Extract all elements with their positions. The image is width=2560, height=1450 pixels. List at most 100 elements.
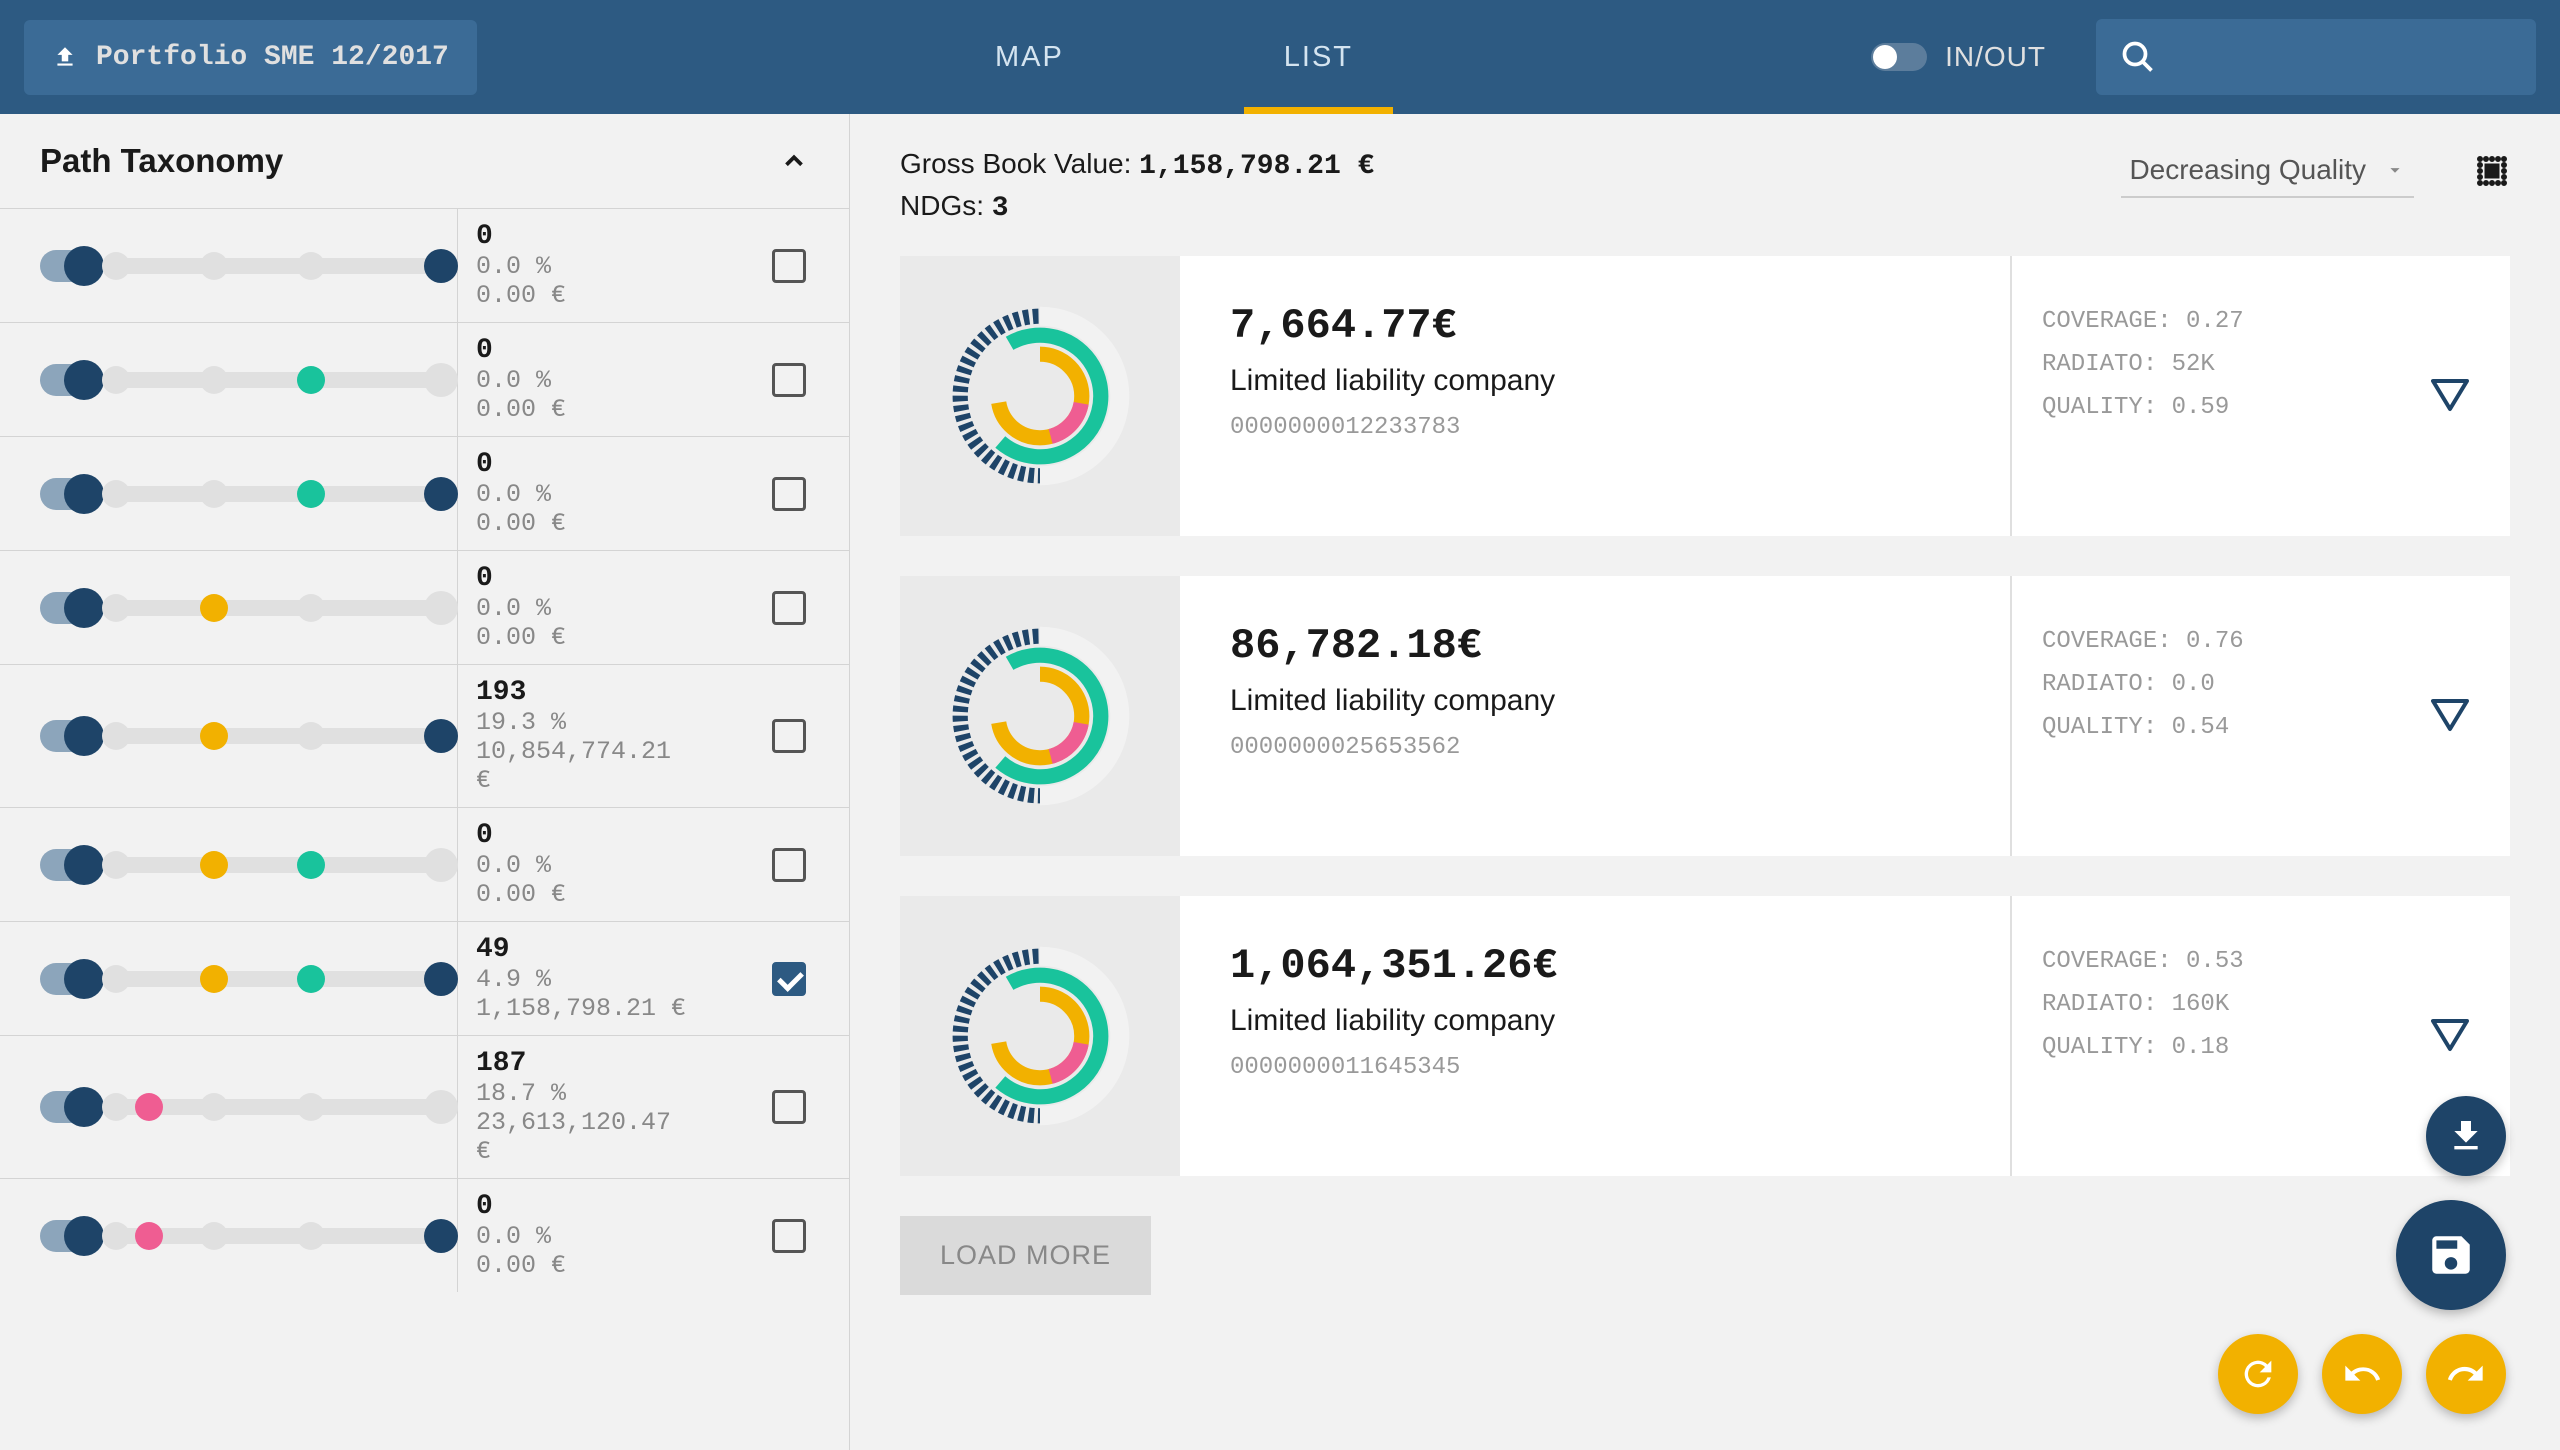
taxonomy-controls xyxy=(0,323,458,436)
undo-fab[interactable] xyxy=(2322,1334,2402,1414)
search-input[interactable] xyxy=(2096,19,2536,95)
taxonomy-track[interactable] xyxy=(116,600,441,616)
card-main: 1,064,351.26€ Limited liability company … xyxy=(1180,896,2010,1176)
taxonomy-track[interactable] xyxy=(116,1099,441,1115)
taxonomy-percent: 0.0 % xyxy=(476,1222,699,1251)
track-dot xyxy=(102,1093,130,1121)
sort-label: Decreasing Quality xyxy=(2129,154,2366,186)
track-dot xyxy=(200,722,228,750)
undo-icon xyxy=(2342,1354,2382,1394)
result-card: 7,664.77€ Limited liability company 0000… xyxy=(900,256,2510,536)
taxonomy-value-eur: 0.00 € xyxy=(476,509,699,538)
track-dot xyxy=(200,252,228,280)
taxonomy-row: 0 0.0 % 0.00 € xyxy=(0,322,849,436)
taxonomy-count: 49 xyxy=(476,934,699,965)
taxonomy-controls xyxy=(0,551,458,664)
radiato-value: 160K xyxy=(2172,991,2230,1018)
taxonomy-count: 0 xyxy=(476,563,699,594)
taxonomy-track[interactable] xyxy=(116,971,441,987)
taxonomy-track[interactable] xyxy=(116,372,441,388)
taxonomy-check-cell xyxy=(729,209,849,322)
taxonomy-row: 193 19.3 % 10,854,774.21 € xyxy=(0,664,849,807)
taxonomy-toggle[interactable] xyxy=(40,963,100,995)
taxonomy-values: 0 0.0 % 0.00 € xyxy=(458,323,729,436)
taxonomy-track[interactable] xyxy=(116,258,441,274)
taxonomy-checkbox[interactable] xyxy=(772,1090,806,1124)
tab-list[interactable]: LIST xyxy=(1284,1,1353,114)
taxonomy-row: 49 4.9 % 1,158,798.21 € xyxy=(0,921,849,1035)
taxonomy-toggle[interactable] xyxy=(40,250,100,282)
gbv-label: Gross Book Value: xyxy=(900,148,1139,179)
taxonomy-check-cell xyxy=(729,922,849,1035)
taxonomy-value-eur: 0.00 € xyxy=(476,623,699,652)
upload-icon xyxy=(52,44,78,70)
taxonomy-checkbox[interactable] xyxy=(772,719,806,753)
taxonomy-values: 49 4.9 % 1,158,798.21 € xyxy=(458,922,729,1035)
track-dot xyxy=(102,594,130,622)
sort-select[interactable]: Decreasing Quality xyxy=(2121,144,2414,198)
save-icon xyxy=(2426,1230,2476,1280)
track-dot xyxy=(297,1222,325,1250)
download-fab[interactable] xyxy=(2426,1096,2506,1176)
taxonomy-values: 0 0.0 % 0.00 € xyxy=(458,437,729,550)
taxonomy-check-cell xyxy=(729,665,849,807)
track-dot xyxy=(297,480,325,508)
track-dot xyxy=(297,594,325,622)
taxonomy-toggle[interactable] xyxy=(40,478,100,510)
card-expand-button[interactable] xyxy=(2390,576,2510,856)
card-id: 0000000012233783 xyxy=(1230,414,1960,441)
taxonomy-toggle[interactable] xyxy=(40,592,100,624)
taxonomy-percent: 4.9 % xyxy=(476,965,699,994)
taxonomy-toggle[interactable] xyxy=(40,720,100,752)
taxonomy-checkbox[interactable] xyxy=(772,477,806,511)
ndgs-label: NDGs: xyxy=(900,190,992,221)
track-dot xyxy=(297,366,325,394)
track-dot xyxy=(424,1090,458,1124)
track-dot xyxy=(424,848,458,882)
taxonomy-header[interactable]: Path Taxonomy xyxy=(0,114,849,208)
taxonomy-checkbox[interactable] xyxy=(772,363,806,397)
taxonomy-track[interactable] xyxy=(116,1228,441,1244)
taxonomy-checkbox[interactable] xyxy=(772,848,806,882)
track-dot xyxy=(424,363,458,397)
taxonomy-track[interactable] xyxy=(116,728,441,744)
taxonomy-row: 0 0.0 % 0.00 € xyxy=(0,436,849,550)
header-right-controls: IN/OUT xyxy=(1871,19,2536,95)
taxonomy-controls xyxy=(0,665,458,807)
card-company-type: Limited liability company xyxy=(1230,1004,1960,1038)
taxonomy-track[interactable] xyxy=(116,486,441,502)
taxonomy-toggle[interactable] xyxy=(40,849,100,881)
refresh-fab[interactable] xyxy=(2218,1334,2298,1414)
taxonomy-sidebar: Path Taxonomy 0 0.0 % 0.00 € xyxy=(0,114,850,1450)
coverage-value: 0.27 xyxy=(2186,308,2244,335)
taxonomy-toggle[interactable] xyxy=(40,364,100,396)
track-dot xyxy=(102,480,130,508)
load-more-button[interactable]: LOAD MORE xyxy=(900,1216,1151,1295)
main-area: Path Taxonomy 0 0.0 % 0.00 € xyxy=(0,114,2560,1450)
taxonomy-checkbox[interactable] xyxy=(772,591,806,625)
track-dot xyxy=(102,965,130,993)
redo-fab[interactable] xyxy=(2426,1334,2506,1414)
portfolio-upload-button[interactable]: Portfolio SME 12/2017 xyxy=(24,20,477,95)
taxonomy-toggle[interactable] xyxy=(40,1091,100,1123)
inout-toggle[interactable] xyxy=(1871,43,1927,71)
taxonomy-checkbox[interactable] xyxy=(772,249,806,283)
tab-map[interactable]: MAP xyxy=(995,1,1064,114)
track-dot xyxy=(424,962,458,996)
save-fab[interactable] xyxy=(2396,1200,2506,1310)
triangle-down-icon xyxy=(2431,699,2469,733)
taxonomy-checkbox[interactable] xyxy=(772,1219,806,1253)
card-expand-button[interactable] xyxy=(2390,256,2510,536)
taxonomy-toggle[interactable] xyxy=(40,1220,100,1252)
track-dot xyxy=(200,1222,228,1250)
taxonomy-values: 0 0.0 % 0.00 € xyxy=(458,808,729,921)
select-all-icon[interactable] xyxy=(2474,153,2510,189)
card-company-type: Limited liability company xyxy=(1230,684,1960,718)
taxonomy-checkbox[interactable] xyxy=(772,962,806,996)
track-dot xyxy=(424,249,458,283)
track-dot xyxy=(424,477,458,511)
taxonomy-check-cell xyxy=(729,437,849,550)
taxonomy-track[interactable] xyxy=(116,857,441,873)
radial-chart-icon xyxy=(945,621,1135,811)
gbv-value: 1,158,798.21 € xyxy=(1139,151,1374,182)
